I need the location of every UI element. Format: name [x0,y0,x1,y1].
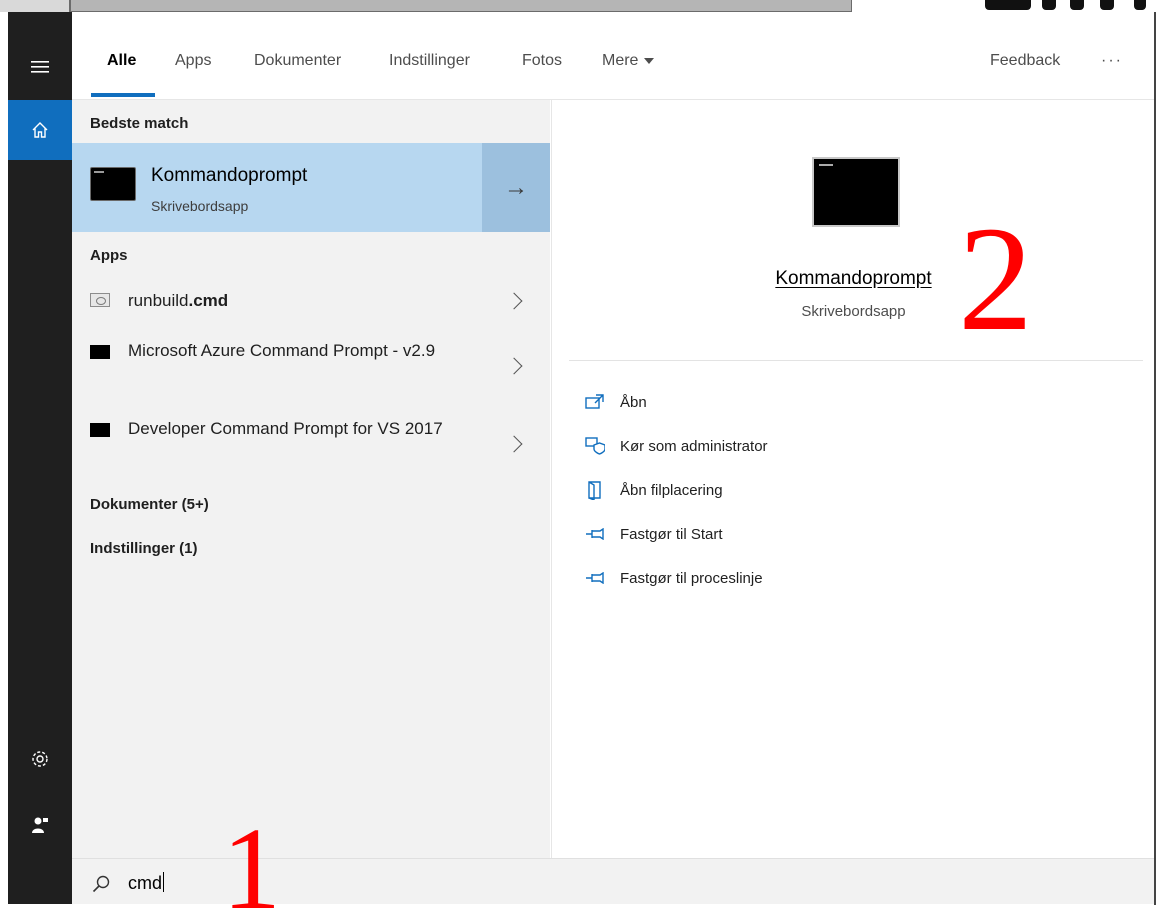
best-match-heading: Bedste match [90,115,189,132]
hamburger-icon [31,61,49,73]
tab-dokumenter[interactable]: Dokumenter [254,52,341,70]
pin-icon [584,524,606,544]
background-decoration [1070,0,1084,10]
user-icon [32,817,48,833]
pin-icon [584,568,606,588]
open-action[interactable]: Åbn [584,390,647,414]
background-decoration [1100,0,1114,10]
action-label: Kør som administrator [620,437,768,455]
action-label: Fastgør til Start [620,525,723,543]
chevron-right-icon [505,292,523,310]
documents-heading[interactable]: Dokumenter (5+) [90,496,209,513]
list-item[interactable]: runbuild.cmd [72,278,550,324]
best-match-item[interactable]: Kommandoprompt Skrivebordsapp → [72,143,550,232]
search-scope-tabs: Alle Apps Dokumenter Indstillinger Fotos… [72,12,1154,100]
background-decoration [1042,0,1056,10]
best-match-subtitle: Skrivebordsapp [151,198,249,214]
console-icon [90,423,110,437]
active-tab-indicator [91,93,155,97]
chevron-right-icon [505,435,523,453]
background-decoration [985,0,1031,10]
window-border [1154,12,1156,905]
detail-title[interactable]: Kommandoprompt [552,268,1155,290]
detail-pane: Kommandoprompt Skrivebordsapp Åbn Kør so… [551,100,1154,858]
text-cursor [163,872,165,892]
background-window-titlebar [70,0,852,12]
tab-alle[interactable]: Alle [107,52,136,70]
detail-subtitle: Skrivebordsapp [801,303,906,320]
arrow-right-icon: → [504,173,528,201]
console-icon [812,157,900,227]
user-button[interactable] [8,796,72,854]
background-window-edge [0,0,70,12]
search-icon [92,875,110,898]
background-decoration [1134,0,1146,10]
start-rail [8,12,72,904]
tab-mere[interactable]: Mere [602,52,655,70]
file-location-icon [584,480,606,500]
pin-to-start-action[interactable]: Fastgør til Start [584,522,723,546]
run-as-admin-icon [584,436,606,456]
list-item[interactable]: Developer Command Prompt for VS 2017 [72,414,550,478]
desktop-background-strip [0,0,1162,12]
app-name: Developer Command Prompt for VS 2017 [128,419,443,438]
open-icon [584,392,606,412]
settings-button[interactable] [8,730,72,788]
settings-heading[interactable]: Indstillinger (1) [90,540,198,557]
feedback-link[interactable]: Feedback [990,52,1060,70]
run-as-admin-action[interactable]: Kør som administrator [584,434,768,458]
hamburger-menu-button[interactable] [8,38,72,96]
caret-down-icon [644,57,655,64]
app-name: runbuild.cmd [128,291,229,310]
open-file-location-action[interactable]: Åbn filplacering [584,478,723,502]
home-button[interactable] [8,100,72,160]
search-input[interactable]: cmd [128,872,165,894]
best-match-title: Kommandoprompt [151,165,308,186]
divider [569,360,1143,361]
pin-to-taskbar-action[interactable]: Fastgør til proceslinje [584,566,763,590]
gear-icon [32,751,48,767]
list-item[interactable]: Microsoft Azure Command Prompt - v2.9 [72,336,550,400]
step-annotation-1: 1 [222,803,281,908]
action-label: Åbn filplacering [620,481,723,499]
step-annotation-2: 2 [958,196,1033,362]
open-details-button[interactable]: → [482,143,550,232]
results-pane: Bedste match Kommandoprompt Skrivebordsa… [72,100,550,858]
console-icon [90,345,110,359]
apps-heading: Apps [90,247,128,264]
home-icon [32,122,48,138]
tab-apps[interactable]: Apps [175,52,211,70]
action-label: Fastgør til proceslinje [620,569,763,587]
action-label: Åbn [620,393,647,411]
app-name: Microsoft Azure Command Prompt - v2.9 [128,341,436,360]
chevron-right-icon [505,357,523,375]
tab-fotos[interactable]: Fotos [522,52,562,70]
tab-mere-label: Mere [602,52,639,69]
console-icon [90,167,136,201]
script-file-icon [90,293,110,307]
more-options-button[interactable]: ··· [1101,52,1123,70]
tab-indstillinger[interactable]: Indstillinger [389,52,470,70]
